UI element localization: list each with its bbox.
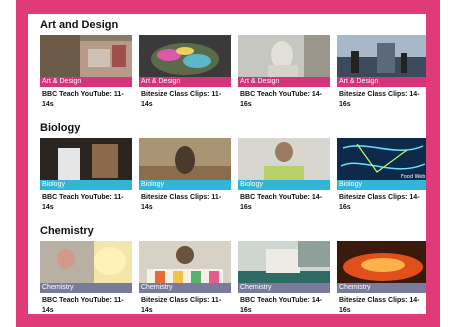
video-card[interactable]: Biology BBC Teach YouTube: 11-14s (40, 138, 132, 224)
card-caption[interactable]: Bitesize Class Clips: 14-16s (339, 90, 426, 110)
video-card[interactable]: Chemistry BBC Teach YouTube: 14-16s (238, 241, 330, 314)
video-card[interactable]: Biology BBC Teach YouTube: 14-16s (238, 138, 330, 224)
category-tag: Chemistry (238, 283, 330, 293)
card-caption[interactable]: Bitesize Class Clips: 11-14s (141, 90, 229, 110)
card-caption[interactable]: Bitesize Class Clips: 11-14s (141, 296, 229, 314)
category-tag: Art & Design (238, 77, 330, 87)
category-tag: Art & Design (337, 77, 426, 87)
category-tag: Art & Design (40, 77, 132, 87)
card-caption[interactable]: Bitesize Class Clips: 11-14s (141, 193, 229, 213)
section-title[interactable]: Art and Design (40, 18, 426, 32)
category-tag: Biology (40, 180, 132, 190)
card-caption[interactable]: BBC Teach YouTube: 14-16s (240, 193, 328, 213)
card-caption[interactable]: BBC Teach YouTube: 14-16s (240, 90, 328, 110)
category-tag: Chemistry (139, 283, 231, 293)
content-panel: Art and Design Art & Design BBC Teach Yo… (28, 14, 426, 314)
section-biology: Biology Biology BBC Teach YouTube: 11-14… (40, 121, 426, 211)
video-card[interactable]: Art & Design BBC Teach YouTube: 11-14s (40, 35, 132, 121)
video-card[interactable]: Chemistry Bitesize Class Clips: 11-14s (139, 241, 231, 314)
section-title[interactable]: Chemistry (40, 224, 426, 238)
video-card[interactable]: Art & Design Bitesize Class Clips: 14-16… (337, 35, 426, 121)
section-chemistry: Chemistry Chemistry BBC Teach YouTube: 1… (40, 224, 426, 314)
video-card[interactable]: Chemistry Bitesize Class Clips: 14-16s (337, 241, 426, 314)
video-card[interactable]: Food Web Biology Bitesize Class Clips: 1… (337, 138, 426, 224)
video-card[interactable]: Art & Design Bitesize Class Clips: 11-14… (139, 35, 231, 121)
category-tag: Chemistry (337, 283, 426, 293)
section-art-and-design: Art and Design Art & Design BBC Teach Yo… (40, 18, 426, 108)
category-tag: Biology (139, 180, 231, 190)
category-tag: Chemistry (40, 283, 132, 293)
card-row: Biology BBC Teach YouTube: 11-14s Biolog… (40, 138, 426, 224)
card-row: Art & Design BBC Teach YouTube: 11-14s A… (40, 35, 426, 121)
category-tag: Biology (238, 180, 330, 190)
video-card[interactable]: Chemistry BBC Teach YouTube: 11-14s (40, 241, 132, 314)
card-caption[interactable]: BBC Teach YouTube: 14-16s (240, 296, 328, 314)
video-card[interactable]: Art & Design BBC Teach YouTube: 14-16s (238, 35, 330, 121)
section-title[interactable]: Biology (40, 121, 426, 135)
card-caption[interactable]: Bitesize Class Clips: 14-16s (339, 193, 426, 213)
card-caption[interactable]: BBC Teach YouTube: 11-14s (42, 193, 130, 213)
category-tag: Art & Design (139, 77, 231, 87)
card-caption[interactable]: BBC Teach YouTube: 11-14s (42, 296, 130, 314)
category-tag: Biology (337, 180, 426, 190)
card-row: Chemistry BBC Teach YouTube: 11-14s Chem… (40, 241, 426, 314)
card-caption[interactable]: Bitesize Class Clips: 14-16s (339, 296, 426, 314)
video-card[interactable]: Biology Bitesize Class Clips: 11-14s (139, 138, 231, 224)
card-caption[interactable]: BBC Teach YouTube: 11-14s (42, 90, 130, 110)
